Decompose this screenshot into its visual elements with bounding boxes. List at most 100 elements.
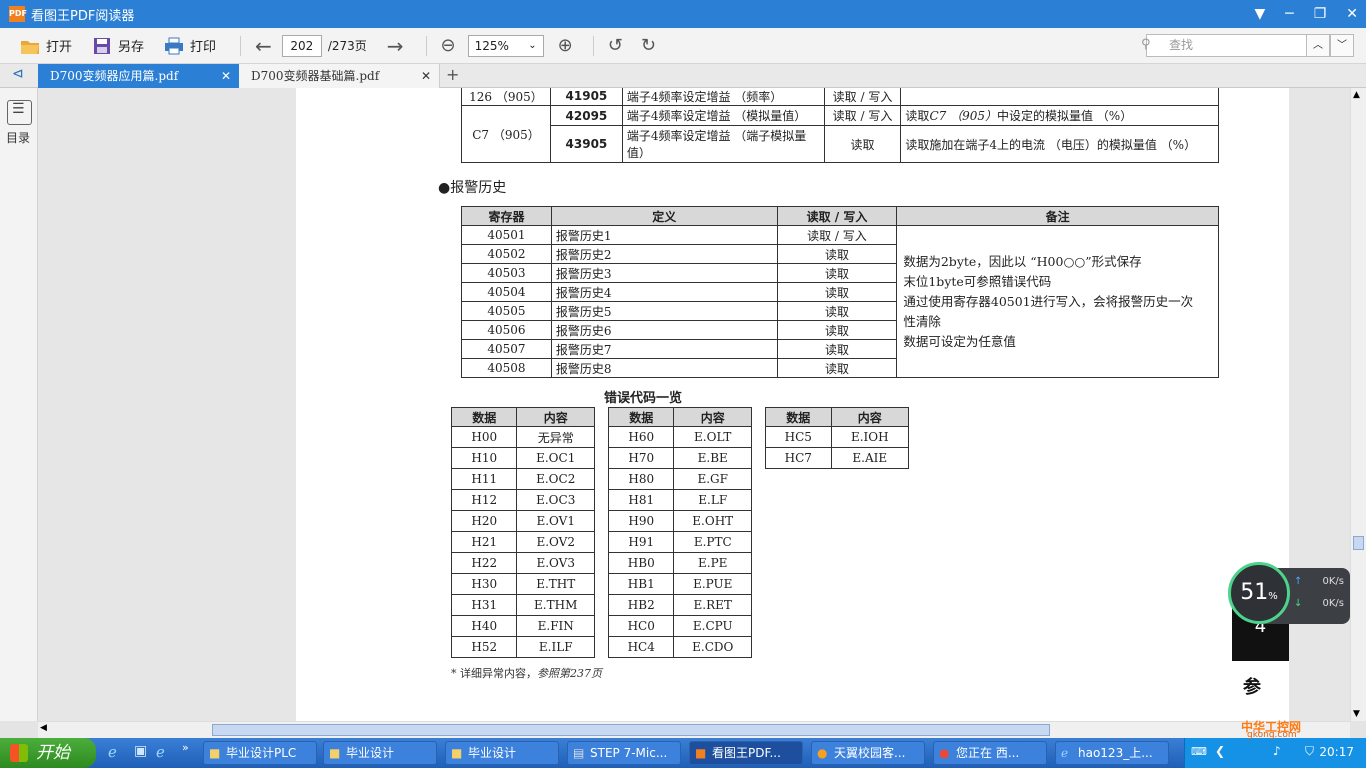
toc-button[interactable]: ☰ (7, 100, 32, 125)
tray-expand-icon[interactable]: ❮ (1215, 744, 1225, 758)
scroll-thumb[interactable] (212, 724, 1050, 736)
table-cell: E.BE (673, 447, 752, 469)
table-cell: 40508 (461, 358, 552, 378)
table-row: HB0 E.PE (607, 552, 752, 574)
table-cell: E.FIN (516, 615, 595, 637)
scroll-thumb[interactable] (1353, 536, 1364, 550)
printer-icon (164, 37, 184, 55)
table-row: H20 E.OV1 (450, 510, 595, 532)
table-cell: H80 (607, 468, 675, 490)
table-cell: 读取 (776, 244, 898, 264)
save-as-button[interactable]: 另存 (92, 36, 144, 55)
table-cell: E.OLT (673, 426, 752, 448)
table-row: H40 E.FIN (450, 615, 595, 637)
column-header: 备注 (896, 206, 1219, 226)
tab-bar: ⊲ D700变频器应用篇.pdf ✕ D700变频器基础篇.pdf ✕ + (0, 64, 1366, 88)
table-cell: 40502 (461, 244, 552, 264)
scroll-down-icon[interactable]: ▼ (1353, 709, 1360, 719)
new-tab-icon[interactable]: + (446, 65, 459, 84)
table-row: H12 E.OC3 (450, 489, 595, 511)
table-cell: E.AIE (830, 447, 909, 469)
tab-d700-basic[interactable]: D700变频器基础篇.pdf ✕ (239, 64, 440, 88)
clock[interactable]: 20:17 (1319, 745, 1354, 759)
table-cell: H52 (450, 636, 518, 658)
scroll-left-icon[interactable]: ◀ (40, 723, 47, 733)
collapse-sidebar-icon[interactable]: ⊲ (12, 66, 24, 82)
shield-icon[interactable]: ⛉ (1305, 744, 1314, 759)
sidebar: ☰ 目录 (0, 88, 38, 721)
taskbar-item[interactable]: ▤ STEP 7-Mic... (567, 741, 681, 765)
table-row: H91 E.PTC (607, 531, 752, 553)
download-speed: 0K/s (1322, 598, 1345, 609)
more-icon[interactable]: » (182, 741, 189, 754)
table-cell: 读取 (776, 282, 898, 302)
table-row: HB1 E.PUE (607, 573, 752, 595)
next-page-icon[interactable]: → (387, 34, 404, 58)
taskbar-item[interactable]: ● 您正在 西... (933, 741, 1047, 765)
table-cell: E.RET (673, 594, 752, 616)
search-next-button[interactable]: ﹀ (1330, 34, 1354, 57)
table-cell: H81 (607, 489, 675, 511)
table-cell: 报警历史3 (550, 263, 778, 283)
zoom-out-icon[interactable]: ⊖ (441, 35, 456, 56)
table-cell: 读取 (823, 125, 902, 163)
close-icon[interactable]: ✕ (1346, 6, 1358, 22)
table-cell: 无异常 (516, 426, 595, 448)
rotate-right-icon[interactable]: ↻ (641, 35, 656, 56)
ie-icon[interactable]: ℯ (156, 743, 165, 761)
horizontal-scrollbar[interactable]: ◀ (38, 721, 1350, 738)
table-cell: 报警历史4 (550, 282, 778, 302)
start-button[interactable]: 开始 (0, 738, 96, 768)
prev-page-icon[interactable]: ← (255, 34, 272, 58)
keyboard-icon[interactable]: ⌨ (1191, 745, 1207, 758)
folder-icon: ■ (451, 746, 463, 760)
close-tab-icon[interactable]: ✕ (221, 64, 231, 88)
search-prev-button[interactable]: ︿ (1306, 34, 1330, 57)
table-row: HC4 E.CDO (607, 636, 752, 658)
print-button[interactable]: 打印 (164, 36, 216, 55)
table-cell: H60 (607, 426, 675, 448)
taskbar-item[interactable]: ■ 毕业设计 (445, 741, 559, 765)
taskbar-item[interactable]: ■ 毕业设计 (323, 741, 437, 765)
table-cell: 报警历史2 (550, 244, 778, 264)
document-viewer[interactable]: 126 （905） 41905 端子4频率设定增益 （频率） 读取 / 写入 C… (38, 88, 1350, 721)
search-input[interactable]: 查找 (1146, 34, 1316, 57)
page-number-input[interactable]: 202 (281, 34, 322, 57)
taskbar-item[interactable]: ℯ hao123_上... (1055, 741, 1169, 765)
vertical-scrollbar[interactable]: ▲ ▼ (1350, 88, 1366, 721)
tab-d700-application[interactable]: D700变频器应用篇.pdf ✕ (38, 64, 239, 88)
table-cell: 读取 / 写入 (823, 88, 902, 106)
table-cell: H30 (450, 573, 518, 595)
table-cell: 读取 / 写入 (823, 105, 902, 126)
menu-dropdown-icon[interactable]: ▼ (1254, 6, 1265, 22)
table-cell: 报警历史7 (550, 339, 778, 359)
table-cell: E.CDO (673, 636, 752, 658)
table-cell: 43905 (549, 125, 623, 163)
column-header: 数据 (450, 407, 518, 427)
ie-icon[interactable]: ℯ (108, 743, 117, 761)
zoom-in-icon[interactable]: ⊕ (558, 35, 573, 56)
taskbar-item[interactable]: ● 天翼校园客... (811, 741, 925, 765)
minimize-icon[interactable]: ─ (1285, 6, 1293, 22)
network-monitor-widget[interactable]: 51% ↑ 0K/s ↓ 0K/s (1228, 562, 1350, 624)
scroll-up-icon[interactable]: ▲ (1353, 90, 1360, 100)
table-cell: HC0 (607, 615, 675, 637)
taskbar-item[interactable]: ■ 毕业设计PLC (203, 741, 317, 765)
table-row: H70 E.BE (607, 447, 752, 469)
table-cell: 42095 (549, 105, 623, 126)
volume-icon[interactable]: ♪ (1273, 744, 1281, 758)
table-cell: H90 (607, 510, 675, 532)
title-bar: PDF 看图王PDF阅读器 ▼ ─ ❐ ✕ (0, 0, 1366, 28)
rotate-left-icon[interactable]: ↺ (608, 35, 623, 56)
taskbar-item[interactable]: ■ 看图王PDF... (689, 741, 803, 765)
table-cell: HC7 (765, 447, 832, 469)
close-tab-icon[interactable]: ✕ (421, 64, 431, 88)
quicklaunch-icon[interactable]: ▣ (134, 743, 147, 759)
column-header: 内容 (516, 407, 595, 427)
table-cell: H40 (450, 615, 518, 637)
zoom-select[interactable]: 125% ⌄ (467, 34, 544, 57)
alarm-section-title: ●报警历史 (438, 180, 507, 196)
open-button[interactable]: 打开 (20, 36, 72, 55)
table-cell: E.OC1 (516, 447, 595, 469)
restore-icon[interactable]: ❐ (1314, 6, 1327, 22)
